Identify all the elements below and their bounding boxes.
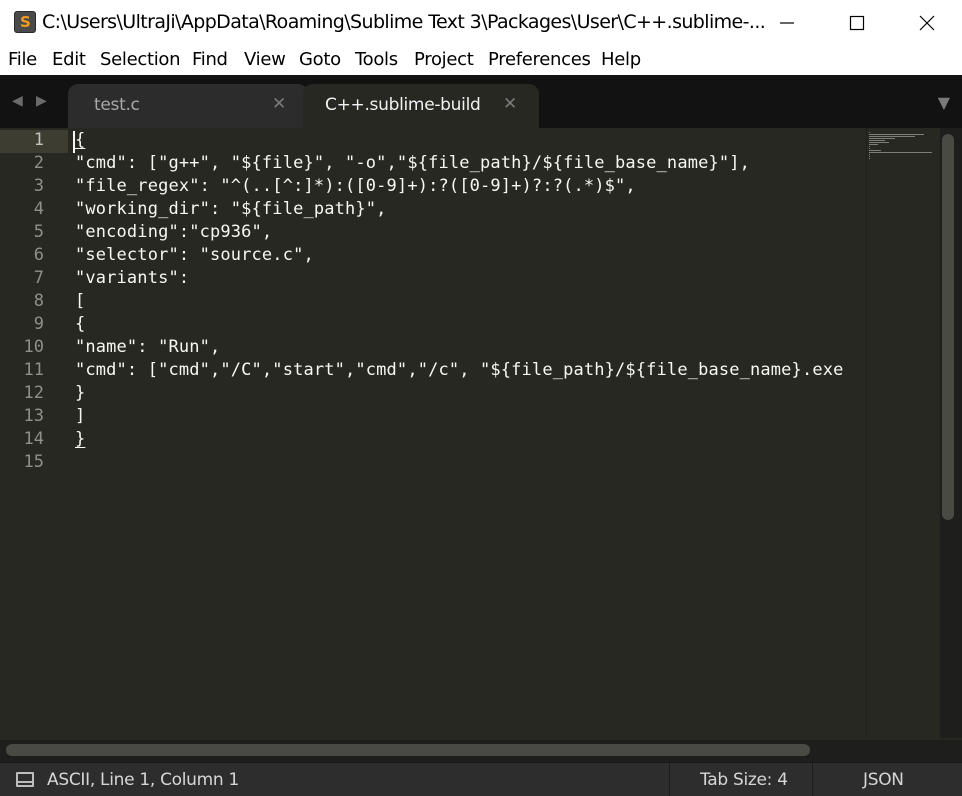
- vertical-scrollbar-thumb[interactable]: [942, 134, 954, 520]
- line-number: 15: [23, 452, 44, 472]
- tab-bar: ◀ ▶ test.c ✕ C++.sublime-build ✕ ▼: [0, 75, 962, 128]
- panel-icon[interactable]: [16, 772, 34, 787]
- minimap-line: [869, 134, 924, 135]
- down-triangle-icon[interactable]: ▼: [938, 93, 950, 112]
- code-line[interactable]: }: [75, 383, 85, 403]
- line-number: 4: [33, 199, 44, 219]
- line-number: 8: [33, 291, 44, 311]
- left-triangle-icon[interactable]: ◀: [12, 93, 23, 109]
- maximize-icon: [849, 15, 865, 30]
- minimap-line: [869, 156, 870, 157]
- text-cursor: [73, 131, 75, 153]
- right-triangle-icon[interactable]: ▶: [36, 93, 47, 109]
- code-line[interactable]: "cmd": ["g++", "${file}", "-o","${file_p…: [75, 153, 750, 173]
- tab-label: C++.sublime-build: [325, 95, 481, 115]
- minimap-line: [869, 136, 915, 137]
- window-title: C:\Users\UltraJi\AppData\Roaming\Sublime…: [42, 11, 766, 33]
- code-line[interactable]: "encoding":"cp936",: [75, 222, 272, 242]
- menu-selection[interactable]: Selection: [100, 49, 181, 70]
- line-number: 10: [23, 337, 44, 357]
- minimap-line: [869, 152, 932, 153]
- cursor-position: ASCII, Line 1, Column 1: [47, 770, 240, 790]
- close-x-icon[interactable]: ✕: [503, 94, 517, 114]
- menu-bar: File Edit Selection Find View Goto Tools…: [0, 45, 962, 75]
- close-button[interactable]: [892, 0, 962, 45]
- line-number: 12: [23, 383, 44, 403]
- horizontal-scrollbar-thumb[interactable]: [6, 744, 810, 756]
- close-icon: [919, 15, 935, 30]
- tab-size-selector[interactable]: Tab Size: 4: [700, 770, 788, 790]
- minimap-line: [869, 142, 889, 143]
- tab-cpp-sublime-build[interactable]: C++.sublime-build ✕: [303, 84, 539, 128]
- menu-preferences[interactable]: Preferences: [488, 49, 591, 70]
- menu-tools[interactable]: Tools: [355, 49, 398, 70]
- minimap-line: [869, 132, 870, 133]
- minimap[interactable]: [866, 128, 938, 738]
- line-number: 13: [23, 406, 44, 426]
- code-line[interactable]: }: [75, 429, 85, 449]
- line-number: 3: [33, 176, 44, 196]
- minimap-line: [869, 154, 870, 155]
- minimap-line: [869, 138, 895, 139]
- tab-test-c[interactable]: test.c ✕: [68, 84, 308, 128]
- status-bar: ASCII, Line 1, Column 1 Tab Size: 4 JSON: [0, 762, 962, 796]
- minimap-line: [869, 158, 870, 159]
- menu-view[interactable]: View: [244, 49, 286, 70]
- status-divider: [669, 763, 670, 796]
- line-number: 6: [33, 245, 44, 265]
- menu-project[interactable]: Project: [414, 49, 474, 70]
- menu-help[interactable]: Help: [601, 49, 641, 70]
- minimize-icon: [780, 21, 794, 24]
- minimap-line: [869, 140, 885, 141]
- code-line[interactable]: "file_regex": "^(..[^:]*):([0-9]+):?([0-…: [75, 176, 636, 196]
- line-number: 1: [33, 130, 44, 150]
- code-line[interactable]: {: [75, 314, 85, 334]
- minimap-line: [869, 146, 870, 147]
- line-number: 11: [23, 360, 44, 380]
- menu-edit[interactable]: Edit: [52, 49, 86, 70]
- code-line[interactable]: {: [75, 130, 85, 150]
- menu-file[interactable]: File: [8, 49, 37, 70]
- tab-label: test.c: [94, 95, 140, 115]
- minimize-button[interactable]: [752, 0, 822, 45]
- code-line[interactable]: "name": "Run",: [75, 337, 220, 357]
- line-number: 14: [23, 429, 44, 449]
- minimap-line: [869, 144, 878, 145]
- code-line[interactable]: "variants":: [75, 268, 189, 288]
- line-number: 9: [33, 314, 44, 334]
- app-icon-letter: S: [20, 13, 31, 31]
- close-x-icon[interactable]: ✕: [272, 94, 286, 114]
- editor-area[interactable]: 1 2 3 4 5 6 7 8 9 10 11 12 13 14 15 {"cmd": ["g++", "$…: [0, 128, 962, 762]
- syntax-selector[interactable]: JSON: [863, 770, 904, 790]
- code-line[interactable]: [: [75, 291, 85, 311]
- menu-goto[interactable]: Goto: [299, 49, 341, 70]
- minimap-line: [869, 148, 870, 149]
- minimap-line: [869, 150, 881, 151]
- line-number: 2: [33, 153, 44, 173]
- code-line[interactable]: ]: [75, 406, 85, 426]
- menu-find[interactable]: Find: [192, 49, 228, 70]
- code-line[interactable]: "working_dir": "${file_path}",: [75, 199, 387, 219]
- sublime-app-icon[interactable]: S: [14, 11, 36, 33]
- maximize-button[interactable]: [822, 0, 892, 45]
- title-bar: S C:\Users\UltraJi\AppData\Roaming\Subli…: [0, 0, 962, 45]
- line-number: 5: [33, 222, 44, 242]
- line-number: 7: [33, 268, 44, 288]
- code-line[interactable]: "selector": "source.c",: [75, 245, 314, 265]
- code-line[interactable]: "cmd": ["cmd","/C","start","cmd","/c", "…: [75, 360, 843, 380]
- status-divider: [812, 763, 813, 796]
